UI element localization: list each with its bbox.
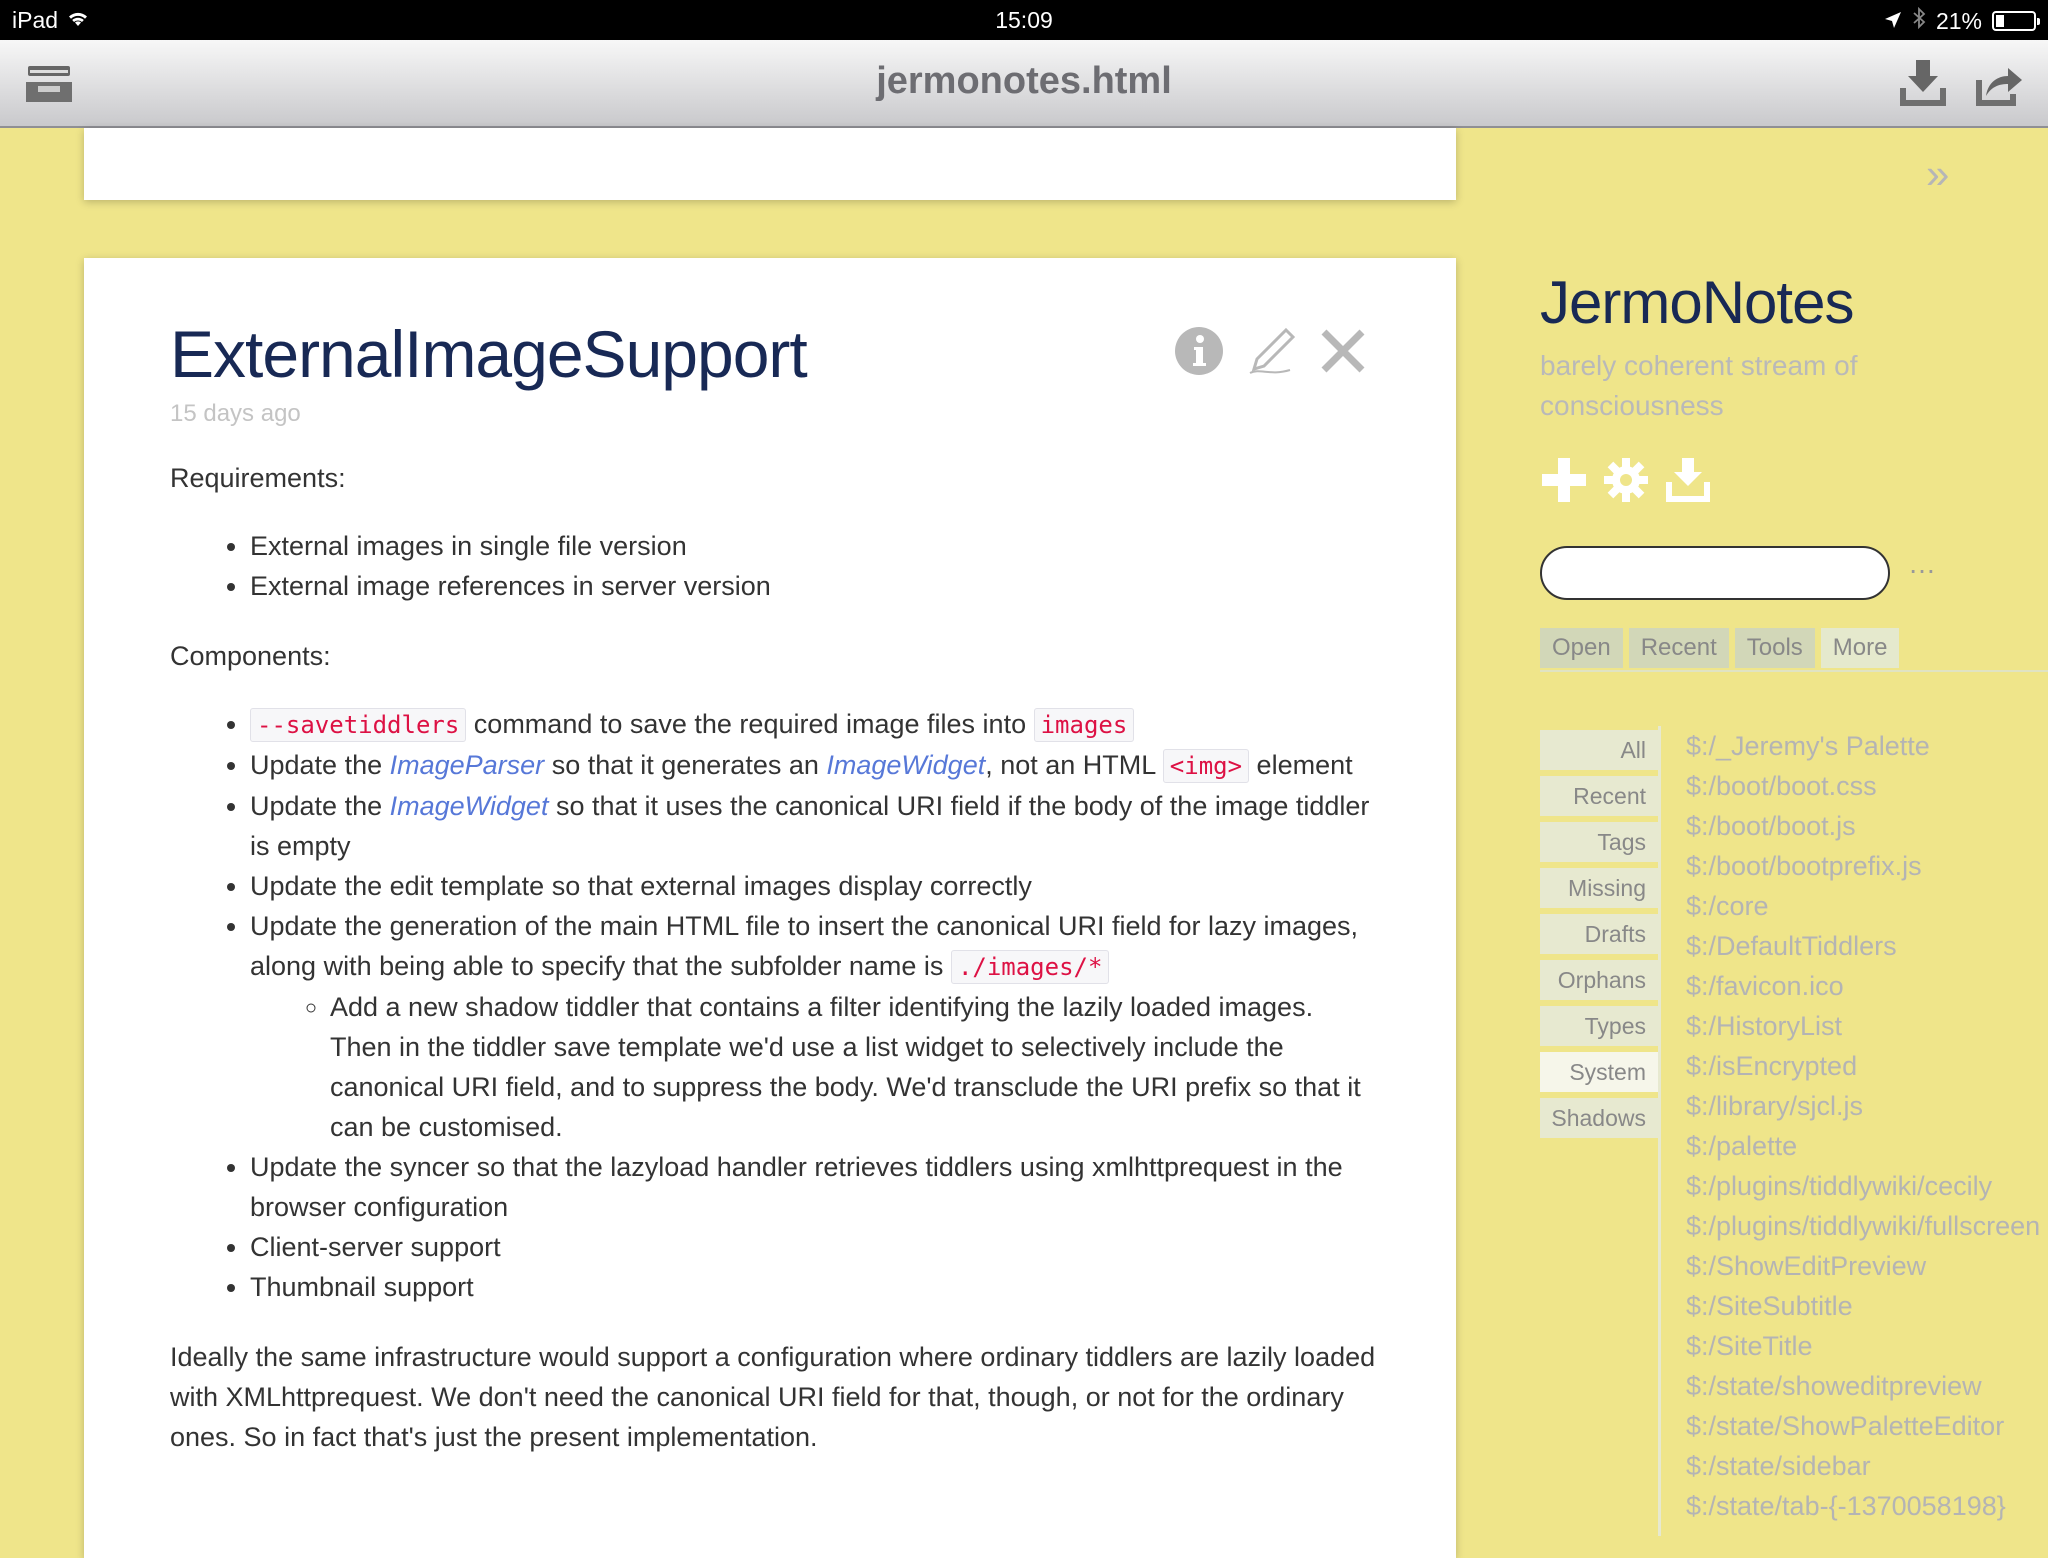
sidebar-tiddler-link[interactable]: $:/boot/bootprefix.js [1686, 846, 2048, 886]
requirements-heading: Requirements: [170, 463, 346, 493]
list-item: Update the edit template so that externa… [250, 866, 1380, 906]
clock: 15:09 [995, 7, 1053, 33]
sidebar-tiddler-link[interactable]: $:/SiteSubtitle [1686, 1286, 2048, 1326]
tab-types[interactable]: Types [1540, 1006, 1658, 1046]
tiddler-link-imagewidget[interactable]: ImageWidget [390, 791, 549, 821]
list-text: , not an HTML [985, 750, 1163, 780]
tab-divider [1540, 670, 2048, 672]
list-item: Update the generation of the main HTML f… [250, 906, 1380, 1147]
sidebar-tiddler-link[interactable]: $:/SiteTitle [1686, 1326, 2048, 1366]
sidebar-tiddler-link[interactable]: $:/state/showeditpreview [1686, 1366, 2048, 1406]
search-input[interactable] [1540, 546, 1890, 600]
tiddler-link-imagewidget[interactable]: ImageWidget [826, 750, 985, 780]
sidebar-tiddler-link[interactable]: $:/HistoryList [1686, 1006, 2048, 1046]
requirements-list: External images in single file version E… [170, 526, 1380, 606]
status-bar: iPad 15:09 21% [0, 0, 2048, 40]
code-snippet: <img> [1162, 749, 1250, 783]
sidebar-tiddler-link[interactable]: $:/ShowEditPreview [1686, 1246, 2048, 1286]
components-list: --savetiddlers command to save the requi… [170, 704, 1380, 1307]
tab-shadows[interactable]: Shadows [1540, 1098, 1658, 1138]
sidebar-tiddler-link[interactable]: $:/plugins/tiddlywiki/cecily [1686, 1166, 2048, 1206]
sidebar: » JermoNotes barely coherent stream of c… [1540, 128, 2048, 1536]
sidebar-tiddler-link[interactable]: $:/favicon.ico [1686, 966, 2048, 1006]
nav-bar: jermonotes.html [0, 40, 2048, 128]
tiddler-date: 15 days ago [170, 400, 301, 427]
sidebar-tiddler-link[interactable]: $:/isEncrypted [1686, 1046, 2048, 1086]
chevron-right-icon[interactable]: » [1926, 150, 1949, 198]
sidebar-tiddler-link[interactable]: $:/DefaultTiddlers [1686, 926, 2048, 966]
tab-tools[interactable]: Tools [1734, 628, 1815, 668]
sidebar-tiddler-link[interactable]: $:/palette [1686, 1126, 2048, 1166]
list-text: Update the generation of the main HTML f… [250, 911, 1359, 981]
site-subtitle: barely coherent stream of consciousness [1540, 350, 1858, 421]
sidebar-tiddler-link[interactable]: $:/boot/boot.js [1686, 806, 2048, 846]
close-icon[interactable] [1318, 326, 1368, 376]
tab-missing[interactable]: Missing [1540, 868, 1658, 908]
info-icon[interactable] [1174, 326, 1224, 376]
tab-recent-list[interactable]: Recent [1540, 776, 1658, 816]
tiddler-controls [1174, 326, 1368, 376]
tab-system[interactable]: System [1540, 1052, 1658, 1092]
list-divider [1658, 726, 1661, 1536]
tiddler-link-imageparser[interactable]: ImageParser [390, 750, 545, 780]
gear-icon[interactable] [1602, 456, 1650, 504]
nested-list: Add a new shadow tiddler that contains a… [250, 987, 1380, 1147]
list-item: External images in single file version [250, 526, 1380, 566]
sidebar-tiddler-link[interactable]: $:/state/sidebar [1686, 1446, 2048, 1486]
bluetooth-icon [1912, 6, 1926, 35]
share-icon[interactable] [1972, 58, 2026, 110]
list-item: Client-server support [250, 1227, 1380, 1267]
plus-icon[interactable] [1540, 456, 1588, 504]
sidebar-tiddler-link[interactable]: $:/plugins/tiddlywiki/fullscreen [1686, 1206, 2048, 1246]
list-text: command to save the required image files… [466, 709, 1034, 739]
list-text: element [1249, 750, 1353, 780]
list-item: --savetiddlers command to save the requi… [250, 704, 1380, 745]
code-snippet: --savetiddlers [250, 708, 467, 742]
tiddler-body: Requirements: External images in single … [170, 458, 1380, 1457]
tab-all[interactable]: All [1540, 730, 1658, 770]
list-text: Update the [250, 791, 390, 821]
edit-icon[interactable] [1246, 326, 1296, 376]
previous-tiddler-card [84, 128, 1456, 200]
list-item: Update the syncer so that the lazyload h… [250, 1147, 1380, 1227]
code-snippet: ./images/* [950, 950, 1110, 984]
more-tabs: All Recent Tags Missing Drafts Orphans T… [1540, 730, 1658, 1144]
sidebar-tiddler-link[interactable]: $:/state/ShowPaletteEditor [1686, 1406, 2048, 1446]
sidebar-buttons [1540, 456, 1712, 504]
location-arrow-icon [1884, 8, 1902, 35]
tab-orphans[interactable]: Orphans [1540, 960, 1658, 1000]
list-item: Thumbnail support [250, 1267, 1380, 1307]
save-icon[interactable] [1664, 456, 1712, 504]
tab-drafts[interactable]: Drafts [1540, 914, 1658, 954]
tab-more[interactable]: More [1820, 628, 1900, 668]
tab-open[interactable]: Open [1540, 628, 1623, 668]
site-title: JermoNotes [1540, 269, 1854, 336]
document-title: jermonotes.html [876, 60, 1172, 102]
sidebar-tiddler-link[interactable]: $:/state/tab-{-1370058198} [1686, 1486, 2048, 1526]
sidebar-tiddler-link[interactable]: $:/_Jeremy's Palette [1686, 726, 2048, 766]
code-snippet: images [1033, 708, 1135, 742]
sidebar-tiddler-link[interactable]: $:/library/sjcl.js [1686, 1086, 2048, 1126]
closing-paragraph: Ideally the same infrastructure would su… [170, 1342, 1376, 1452]
search-more-button[interactable]: … [1908, 548, 1936, 580]
list-item: Update the ImageWidget so that it uses t… [250, 786, 1380, 866]
tab-tags[interactable]: Tags [1540, 822, 1658, 862]
sidebar-tiddler-link[interactable]: $:/core [1686, 886, 2048, 926]
battery-percent: 21% [1935, 7, 1982, 34]
tab-recent[interactable]: Recent [1628, 628, 1729, 668]
list-text: so that it generates an [544, 750, 827, 780]
tiddler-card: ExternalImageSupport 15 days ago Require… [84, 258, 1456, 1558]
list-text: Update the [250, 750, 390, 780]
battery-icon [1992, 11, 2040, 31]
list-item: Update the ImageParser so that it genera… [250, 745, 1380, 786]
system-tiddler-list: $:/_Jeremy's Palette $:/boot/boot.css $:/b… [1686, 726, 2048, 1526]
list-item: External image references in server vers… [250, 566, 1380, 606]
components-heading: Components: [170, 641, 331, 671]
tiddler-title[interactable]: ExternalImageSupport [170, 316, 808, 392]
sidebar-tabs: Open Recent Tools More [1540, 628, 1900, 668]
list-item: Add a new shadow tiddler that contains a… [330, 987, 1380, 1147]
download-icon[interactable] [1896, 58, 1950, 110]
sidebar-tiddler-link[interactable]: $:/boot/boot.css [1686, 766, 2048, 806]
